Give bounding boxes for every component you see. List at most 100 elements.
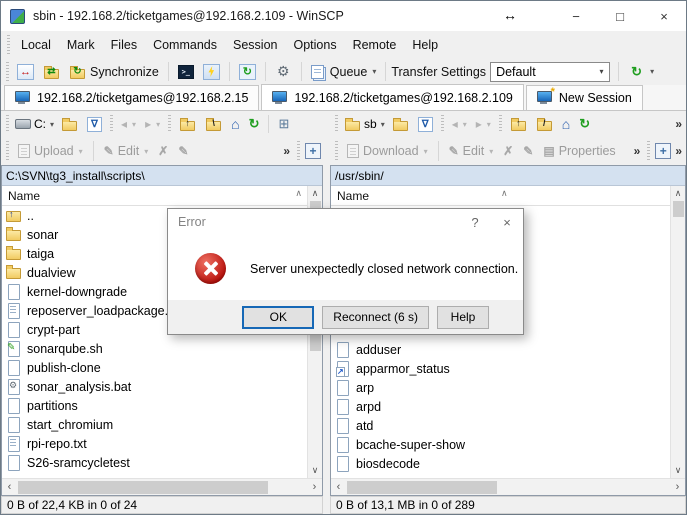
- remote-back-button[interactable]: ◂▾: [448, 115, 471, 133]
- overflow-chevron-icon[interactable]: »: [673, 117, 684, 131]
- menu-item[interactable]: Session: [225, 33, 285, 57]
- parent-folder-icon: [179, 116, 196, 132]
- menu-item[interactable]: Help: [404, 33, 446, 57]
- download-button[interactable]: Download▾: [343, 142, 432, 160]
- scroll-up-icon[interactable]: ∧: [675, 186, 682, 201]
- file-row[interactable]: sonar_analysis.bat: [2, 377, 307, 396]
- file-row[interactable]: publish-clone: [2, 358, 307, 377]
- maximize-button[interactable]: □: [598, 1, 642, 31]
- dialog-close-button[interactable]: ×: [491, 209, 523, 235]
- local-home-button[interactable]: ⌂: [227, 114, 243, 134]
- remote-root-directory-button[interactable]: [532, 114, 557, 134]
- menu-item[interactable]: Options: [285, 33, 344, 57]
- remote-rename-button[interactable]: ✎: [519, 142, 537, 160]
- scrollbar-thumb[interactable]: [673, 201, 684, 217]
- file-row[interactable]: atd: [331, 416, 670, 435]
- preferences-button[interactable]: ⚙: [271, 62, 296, 82]
- remote-name-column-header[interactable]: Name ∧: [331, 186, 685, 206]
- menu-item[interactable]: Remote: [345, 33, 405, 57]
- local-name-column-header[interactable]: Name ∧: [2, 186, 322, 206]
- file-row[interactable]: apparmor_status: [331, 359, 670, 378]
- session-tab[interactable]: * New Session: [526, 85, 643, 110]
- queue-button[interactable]: Queue▾: [307, 63, 381, 81]
- file-icon: [6, 417, 21, 432]
- overflow-chevron-icon[interactable]: »: [632, 144, 643, 158]
- local-drive-select[interactable]: C: ▾: [13, 117, 56, 131]
- rename-icon: ✎: [523, 144, 533, 158]
- file-row[interactable]: biosdecode: [331, 454, 670, 473]
- file-row[interactable]: partitions: [2, 396, 307, 415]
- scroll-right-icon[interactable]: ›: [670, 481, 685, 493]
- dialog-button[interactable]: Help: [437, 306, 489, 329]
- file-row[interactable]: arp: [331, 378, 670, 397]
- file-row[interactable]: bcache-super-show: [331, 435, 670, 454]
- local-add-button[interactable]: +: [305, 143, 321, 159]
- transfer-settings-select[interactable]: Default▾: [490, 62, 610, 82]
- open-console-button[interactable]: [174, 63, 198, 81]
- scroll-up-icon[interactable]: ∧: [312, 186, 319, 201]
- local-tree-button[interactable]: ⊞: [274, 114, 293, 134]
- local-horizontal-scrollbar[interactable]: ‹ ›: [2, 478, 322, 495]
- open-in-putty-button[interactable]: [199, 62, 224, 82]
- remote-refresh-button[interactable]: ↻: [575, 114, 594, 134]
- remote-home-button[interactable]: ⌂: [558, 114, 574, 134]
- scroll-right-icon[interactable]: ›: [307, 481, 322, 493]
- local-filter-button[interactable]: [83, 115, 106, 134]
- local-back-button[interactable]: ◂▾: [117, 115, 140, 133]
- local-delete-button[interactable]: ✗: [154, 142, 172, 160]
- file-row[interactable]: arpd: [331, 397, 670, 416]
- menu-item[interactable]: Local: [13, 33, 59, 57]
- scrollbar-thumb[interactable]: [18, 481, 268, 494]
- file-row[interactable]: sonarqube.sh: [2, 339, 307, 358]
- menu-item[interactable]: Mark: [59, 33, 103, 57]
- file-row[interactable]: rpi-repo.txt: [2, 434, 307, 453]
- close-button[interactable]: ×: [642, 1, 686, 31]
- local-edit-button[interactable]: ✎Edit▾: [100, 142, 153, 160]
- scroll-left-icon[interactable]: ‹: [2, 481, 17, 493]
- remote-directory-select[interactable]: sb ▾: [342, 116, 387, 132]
- dialog-button[interactable]: OK: [242, 306, 314, 329]
- remote-edit-button[interactable]: ✎Edit▾: [445, 142, 498, 160]
- file-name: rpi-repo.txt: [27, 437, 87, 451]
- local-root-directory-button[interactable]: [201, 114, 226, 134]
- local-parent-directory-button[interactable]: [175, 114, 200, 134]
- root-folder-icon: [205, 116, 222, 132]
- local-open-directory-button[interactable]: [57, 114, 82, 134]
- minimize-button[interactable]: −: [554, 1, 598, 31]
- transfer-options-button[interactable]: ↻▾: [624, 62, 658, 82]
- scrollbar-thumb[interactable]: [347, 481, 497, 494]
- local-rename-button[interactable]: ✎: [174, 142, 192, 160]
- remote-vertical-scrollbar[interactable]: ∧ ∨: [670, 186, 685, 478]
- local-forward-button[interactable]: ▸▾: [141, 115, 164, 133]
- remote-parent-directory-button[interactable]: [506, 114, 531, 134]
- menu-item[interactable]: Commands: [145, 33, 225, 57]
- menu-item[interactable]: Files: [103, 33, 145, 57]
- overflow-chevron-icon[interactable]: »: [281, 144, 292, 158]
- synchronize-button[interactable]: Synchronize: [65, 62, 163, 82]
- scroll-left-icon[interactable]: ‹: [331, 481, 346, 493]
- session-tab[interactable]: * 192.168.2/ticketgames@192.168.2.109: [261, 84, 523, 110]
- scroll-down-icon[interactable]: ∨: [675, 463, 682, 478]
- dialog-help-button[interactable]: ?: [459, 209, 491, 235]
- compare-directories-button[interactable]: [13, 62, 38, 82]
- file-row[interactable]: adduser: [331, 340, 670, 359]
- local-refresh-button[interactable]: ↻: [245, 114, 264, 134]
- remote-properties-button[interactable]: ▤Properties: [539, 142, 619, 160]
- session-tab[interactable]: * 192.168.2/ticketgames@192.168.2.15: [4, 85, 259, 110]
- scroll-down-icon[interactable]: ∨: [312, 463, 319, 478]
- remote-filter-button[interactable]: [414, 115, 437, 134]
- remote-forward-button[interactable]: ▸▾: [472, 115, 495, 133]
- dialog-button[interactable]: Reconnect (6 s): [322, 306, 429, 329]
- refresh-panels-button[interactable]: [235, 62, 260, 82]
- new-session-sparkle-icon: *: [551, 86, 555, 98]
- upload-button[interactable]: Upload▾: [14, 142, 87, 160]
- remote-open-directory-button[interactable]: [388, 114, 413, 134]
- overflow-chevron-icon[interactable]: »: [673, 144, 684, 158]
- sort-ascending-icon: ∧: [295, 188, 302, 199]
- remote-add-button[interactable]: +: [655, 143, 671, 159]
- remote-delete-button[interactable]: ✗: [499, 142, 517, 160]
- remote-horizontal-scrollbar[interactable]: ‹ ›: [331, 478, 685, 495]
- file-row[interactable]: start_chromium: [2, 415, 307, 434]
- file-row[interactable]: S26-sramcycletest: [2, 453, 307, 472]
- synchronize-browsing-button[interactable]: [39, 62, 64, 82]
